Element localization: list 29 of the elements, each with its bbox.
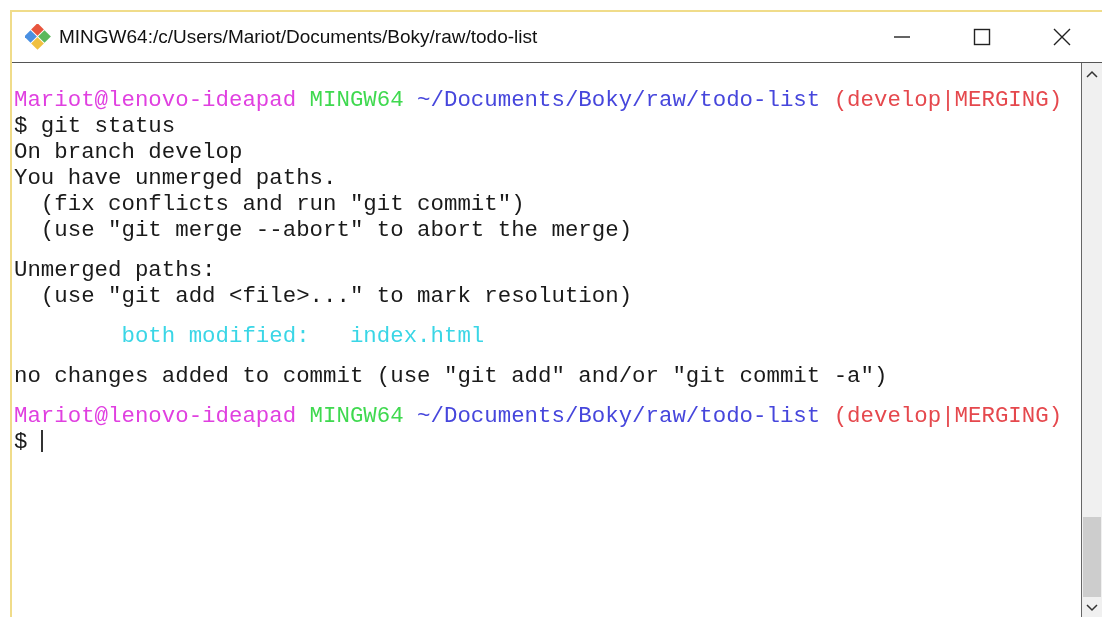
app-logo-icon bbox=[25, 24, 51, 50]
terminal-text: both modified: bbox=[120, 323, 310, 349]
window-title: MINGW64:/c/Users/Mariot/Documents/Boky/raw/todo-list bbox=[59, 26, 538, 48]
scroll-up-icon[interactable] bbox=[1085, 69, 1099, 79]
scroll-down-icon[interactable] bbox=[1085, 603, 1099, 613]
terminal-text: ~/Documents/Boky/raw/todo-list bbox=[416, 87, 821, 113]
maximize-icon bbox=[973, 28, 991, 46]
minimize-icon bbox=[893, 36, 911, 38]
terminal-text: On branch develop bbox=[14, 139, 243, 165]
terminal-text: MINGW64 bbox=[308, 87, 404, 113]
close-icon bbox=[1053, 28, 1071, 46]
terminal-text: You have unmerged paths. bbox=[14, 165, 337, 191]
text-cursor bbox=[41, 430, 44, 452]
terminal-text: $ git status bbox=[14, 113, 176, 139]
terminal-text: Mariot@lenovo-ideapad bbox=[14, 403, 297, 429]
terminal-text: no changes added to commit (use "git add" and/or "git commit -a") bbox=[14, 363, 888, 389]
scrollbar-thumb[interactable] bbox=[1083, 517, 1101, 597]
terminal-text: (fix conflicts and run "git commit") bbox=[39, 191, 525, 217]
terminal-text: (use "git add <file>..." to mark resolution) bbox=[39, 283, 633, 309]
terminal-text: Unmerged paths: bbox=[14, 257, 216, 283]
terminal-text: (use "git merge --abort" to abort the merge) bbox=[39, 217, 633, 243]
terminal-text: (develop|MERGING) bbox=[832, 87, 1063, 113]
terminal-text: (develop|MERGING) bbox=[832, 403, 1063, 429]
scrollbar[interactable] bbox=[1081, 63, 1102, 617]
terminal-text: index.html bbox=[348, 323, 485, 349]
terminal-text: $ bbox=[14, 429, 28, 455]
terminal-text: Mariot@lenovo-ideapad bbox=[14, 87, 297, 113]
terminal-text: ~/Documents/Boky/raw/todo-list bbox=[416, 403, 821, 429]
terminal-text: MINGW64 bbox=[308, 403, 404, 429]
